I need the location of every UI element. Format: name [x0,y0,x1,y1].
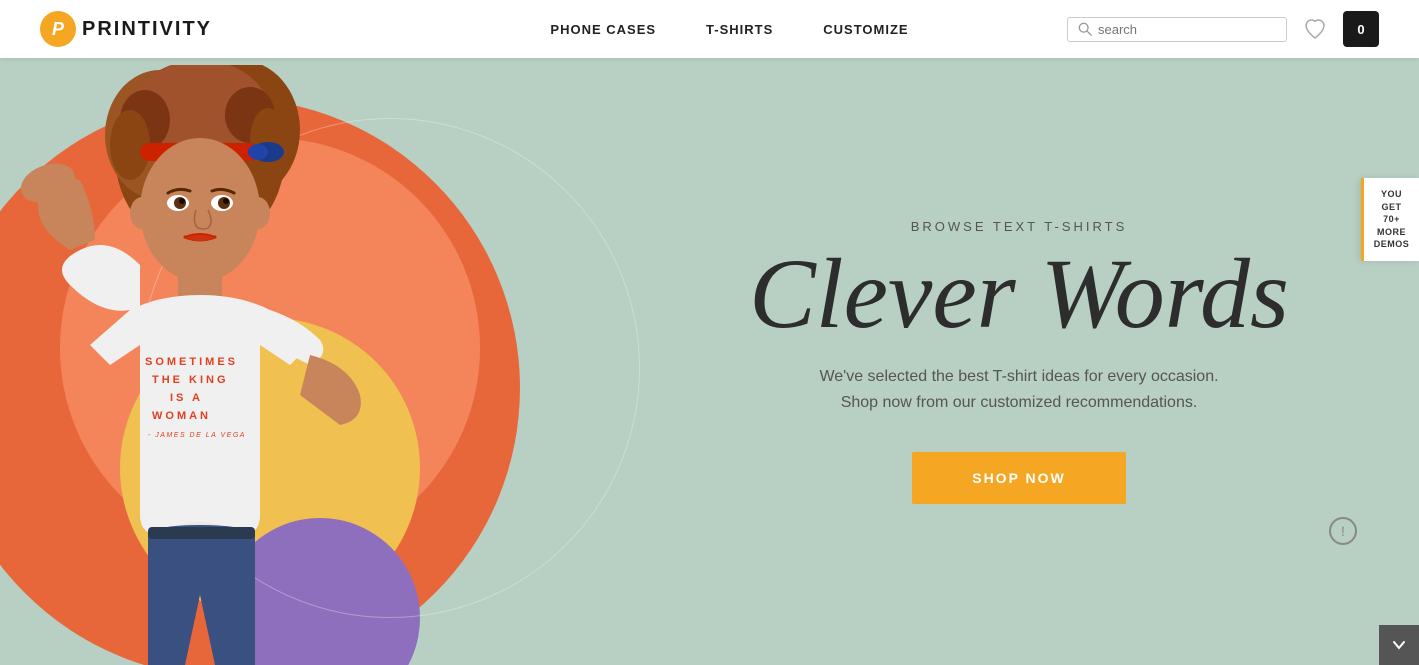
nav-t-shirts[interactable]: T-SHIRTS [706,22,773,37]
hero-content: BROWSE TEXT T-SHIRTS Clever Words We've … [659,58,1419,665]
svg-text:IS A: IS A [170,392,203,404]
cart-button[interactable]: 0 [1343,11,1379,47]
shop-now-button[interactable]: SHOP NOW [912,452,1126,504]
promo-line2: 70+ MORE [1372,213,1411,238]
svg-text:- JAMES DE LA VEGA: - JAMES DE LA VEGA [148,432,246,439]
search-wrap[interactable] [1067,17,1287,42]
hero-headline: Clever Words [749,244,1289,344]
logo[interactable]: P PRINTIVITY [40,11,212,47]
hero-description: We've selected the best T-shirt ideas fo… [819,364,1218,415]
svg-text:THE KING: THE KING [152,374,229,386]
cart-count: 0 [1357,22,1364,37]
header-right: 0 [1067,11,1379,47]
model-illustration: SOMETIMES THE KING IS A WOMAN - JAMES DE… [0,65,480,665]
svg-text:WOMAN: WOMAN [152,410,211,422]
logo-circle: P [40,11,76,47]
browse-label: BROWSE TEXT T-SHIRTS [911,219,1128,234]
promo-tab[interactable]: YOU GET 70+ MORE DEMOS [1361,178,1419,261]
header: P PRINTIVITY PHONE CASES T-SHIRTS CUSTOM… [0,0,1419,58]
promo-line3: DEMOS [1372,238,1411,251]
chevron-down-icon [1391,637,1407,653]
nav-customize[interactable]: CUSTOMIZE [823,22,908,37]
hero-desc-line1: We've selected the best T-shirt ideas fo… [819,368,1218,385]
logo-letter: P [52,20,64,38]
svg-text:SOMETIMES: SOMETIMES [145,356,238,368]
heart-icon[interactable] [1303,17,1327,41]
search-icon [1078,22,1092,36]
scroll-indicator[interactable] [1379,625,1419,665]
model-area: SOMETIMES THE KING IS A WOMAN - JAMES DE… [0,58,640,665]
hero-section: SOMETIMES THE KING IS A WOMAN - JAMES DE… [0,58,1419,665]
main-nav: PHONE CASES T-SHIRTS CUSTOMIZE [392,22,1067,37]
info-icon[interactable]: ! [1329,517,1357,545]
promo-line1: YOU GET [1372,188,1411,213]
logo-text: PRINTIVITY [82,18,212,41]
nav-phone-cases[interactable]: PHONE CASES [550,22,656,37]
hero-desc-line2: Shop now from our customized recommendat… [841,394,1198,411]
search-input[interactable] [1098,22,1276,37]
